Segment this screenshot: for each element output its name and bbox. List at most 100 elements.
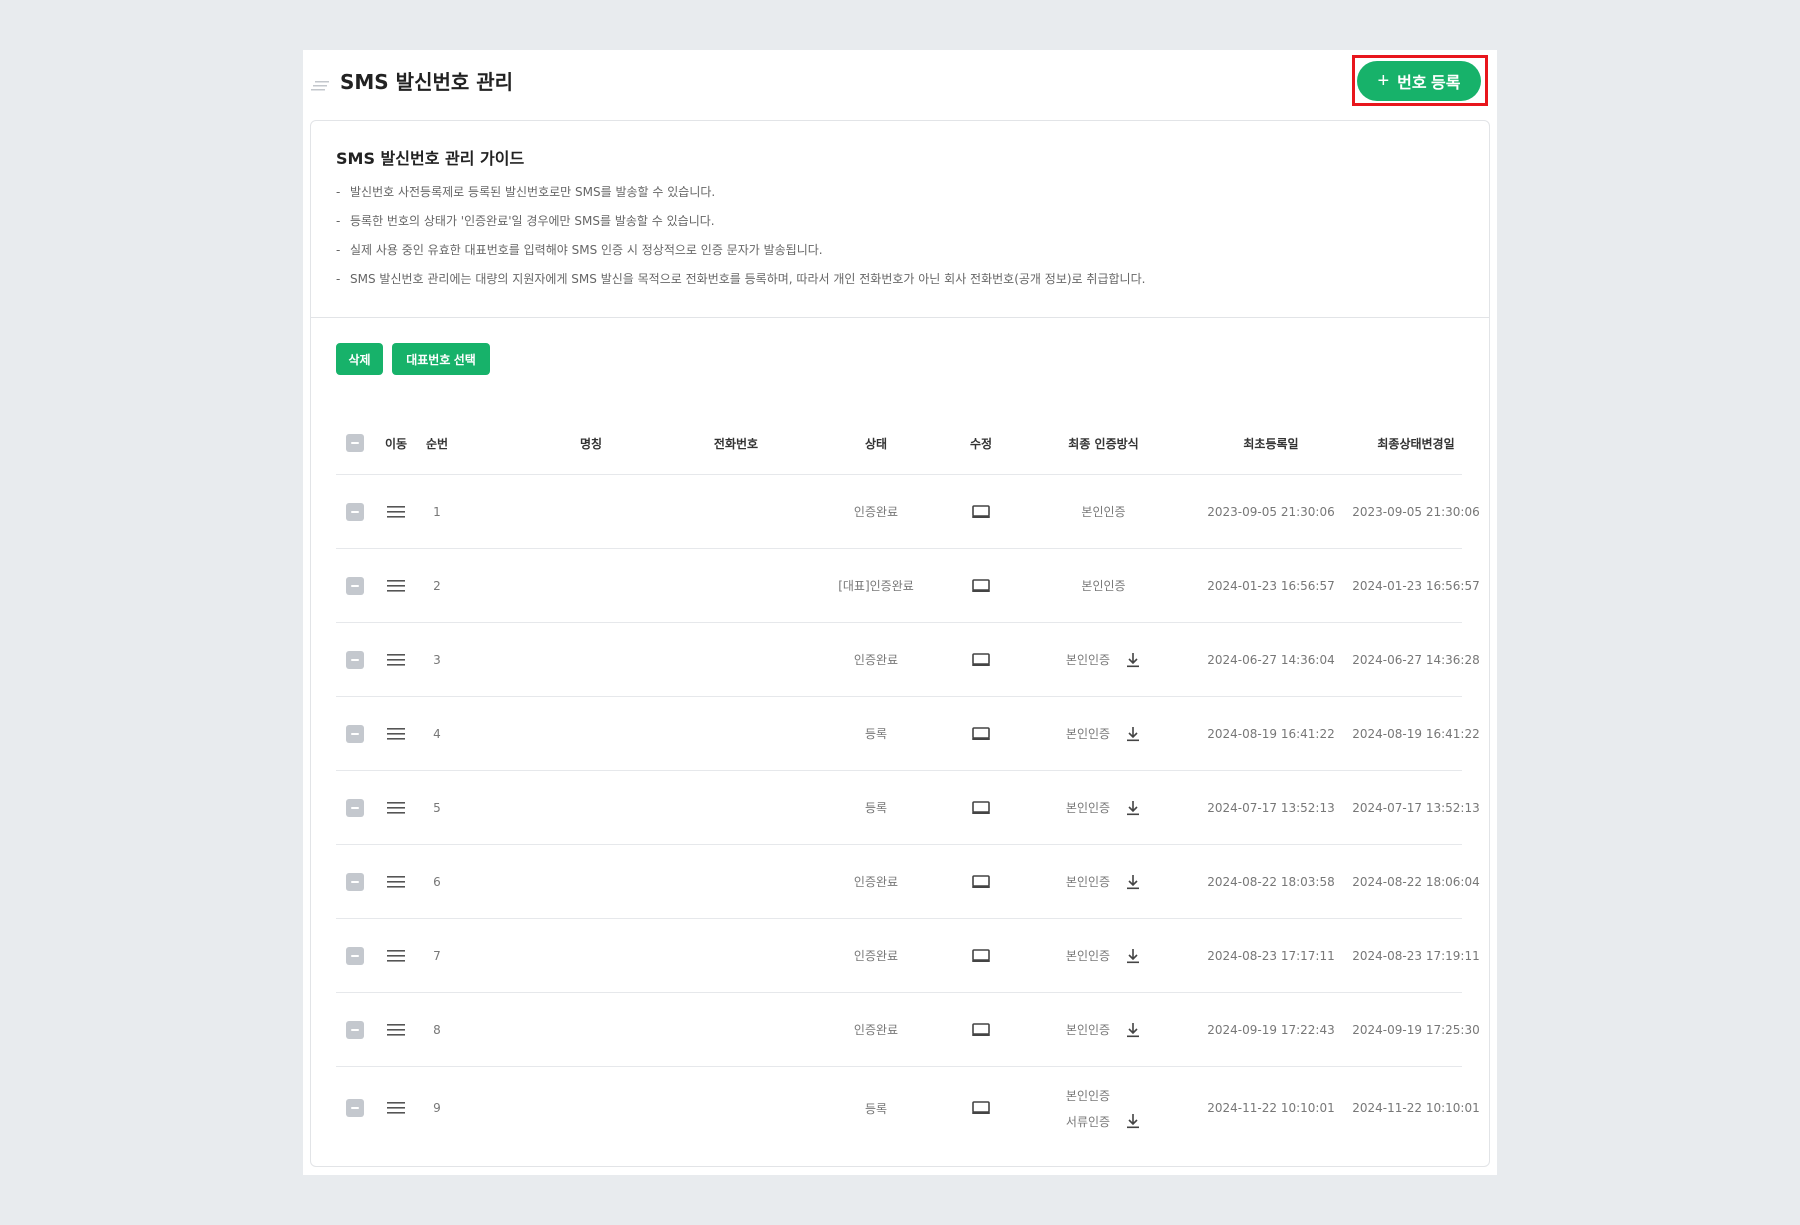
auth-method-line: 본인인증	[1066, 799, 1141, 816]
monitor-edit-icon[interactable]	[972, 652, 990, 667]
drag-handle-icon[interactable]	[387, 727, 405, 741]
row-edit-cell	[946, 1067, 1016, 1149]
row-move-cell	[374, 623, 418, 696]
row-move-cell	[374, 845, 418, 918]
row-registered: 2024-08-23 17:17:11	[1207, 948, 1335, 963]
monitor-edit-icon[interactable]	[972, 800, 990, 815]
auth-method-line: 본인인증	[1066, 1087, 1110, 1104]
guide-item: - SMS 발신번호 관리에는 대량의 지원자에게 SMS 발신을 목적으로 전화…	[336, 271, 1145, 300]
drag-handle-icon[interactable]	[387, 875, 405, 889]
row-auth: 본인인증	[1016, 771, 1191, 844]
row-checkbox[interactable]	[346, 946, 364, 965]
row-checkbox[interactable]	[346, 872, 364, 891]
header-status: 상태	[864, 436, 888, 451]
guide-item-text: 실제 사용 중인 유효한 대표번호를 입력해야 SMS 인증 시 정상적으로 인…	[350, 243, 823, 257]
row-seq: 7	[433, 948, 441, 963]
header-check-cell	[336, 412, 374, 474]
row-phone	[666, 697, 806, 770]
auth-method-line: 본인인증	[1066, 725, 1141, 742]
row-checkbox[interactable]	[346, 1099, 364, 1117]
auth-method-line: 본인인증	[1066, 651, 1141, 668]
row-checkbox[interactable]	[346, 576, 364, 595]
row-edit-cell	[946, 993, 1016, 1066]
row-name	[516, 697, 666, 770]
auth-method-group: 본인인증 서류인증	[1066, 1087, 1141, 1130]
row-check-cell	[336, 845, 374, 918]
select-all-checkbox[interactable]	[346, 434, 364, 452]
monitor-edit-icon[interactable]	[972, 948, 990, 963]
row-auth: 본인인증	[1016, 475, 1191, 548]
row-seq: 2	[433, 578, 441, 593]
row-check-cell	[336, 771, 374, 844]
row-status: 등록	[864, 727, 888, 741]
row-check-cell	[336, 549, 374, 622]
monitor-edit-icon[interactable]	[972, 1101, 990, 1115]
auth-method-text: 본인인증	[1065, 1088, 1111, 1103]
drag-handle-icon[interactable]	[387, 505, 405, 519]
monitor-edit-icon[interactable]	[972, 726, 990, 741]
drag-handle-icon[interactable]	[387, 1023, 405, 1037]
row-registered: 2024-01-23 16:56:57	[1207, 578, 1335, 593]
row-changed: 2024-08-19 16:41:22	[1352, 726, 1480, 741]
row-phone	[666, 993, 806, 1066]
download-icon[interactable]	[1125, 948, 1141, 964]
download-icon[interactable]	[1125, 726, 1141, 742]
row-changed: 2024-08-23 17:19:11	[1352, 948, 1480, 963]
drag-handle-icon[interactable]	[387, 579, 405, 593]
monitor-edit-icon[interactable]	[972, 504, 990, 519]
download-icon[interactable]	[1125, 800, 1141, 816]
monitor-edit-icon[interactable]	[972, 1022, 990, 1037]
delete-button[interactable]: 삭제	[336, 343, 383, 375]
row-status: 등록	[864, 1101, 888, 1116]
row-move-cell	[374, 919, 418, 992]
download-icon[interactable]	[1125, 652, 1141, 668]
row-status: 인증완료	[853, 505, 899, 519]
row-changed: 2024-06-27 14:36:28	[1352, 652, 1480, 667]
row-checkbox[interactable]	[346, 650, 364, 669]
header-move: 이동	[384, 436, 408, 451]
row-check-cell	[336, 1067, 374, 1149]
auth-method-text: 본인인증	[1065, 1023, 1111, 1037]
row-auth: 본인인증	[1016, 919, 1191, 992]
drag-handle-icon[interactable]	[387, 949, 405, 963]
table-row: 6 인증완료 본인인증 2024-08-22 18:03:58 2024-08-22 1…	[336, 845, 1480, 919]
guide-list: - 발신번호 사전등록제로 등록된 발신번호로만 SMS를 발송할 수 있습니다.…	[336, 184, 1145, 300]
monitor-edit-icon[interactable]	[972, 874, 990, 889]
header-name: 명칭	[579, 436, 603, 451]
row-status: 인증완료	[853, 875, 899, 889]
row-checkbox[interactable]	[346, 724, 364, 743]
row-name	[516, 475, 666, 548]
row-auth: 본인인증	[1016, 549, 1191, 622]
download-icon[interactable]	[1125, 874, 1141, 890]
row-move-cell	[374, 475, 418, 548]
row-status: 등록	[864, 801, 888, 815]
row-checkbox[interactable]	[346, 502, 364, 521]
row-name	[516, 993, 666, 1066]
auth-method-text: 본인인증	[1081, 579, 1126, 593]
select-main-number-button[interactable]: 대표번호 선택	[392, 343, 490, 375]
row-checkbox[interactable]	[346, 798, 364, 817]
row-check-cell	[336, 475, 374, 548]
row-registered: 2024-07-17 13:52:13	[1207, 800, 1335, 815]
table-row: 7 인증완료 본인인증 2024-08-23 17:17:11 2024-08-23 1…	[336, 919, 1480, 993]
row-status: 인증완료	[853, 949, 899, 963]
header-edit: 수정	[969, 436, 993, 451]
header-auth: 최종 인증방식	[1068, 436, 1139, 451]
row-name	[516, 1067, 666, 1149]
guide-item-text: 발신번호 사전등록제로 등록된 발신번호로만 SMS를 발송할 수 있습니다.	[350, 185, 716, 199]
row-changed: 2024-08-22 18:06:04	[1352, 874, 1480, 889]
download-icon[interactable]	[1125, 1113, 1141, 1129]
page-header: SMS 발신번호 관리 + 번호 등록	[303, 50, 1497, 120]
drag-handle-icon[interactable]	[387, 1101, 405, 1115]
download-icon[interactable]	[1125, 1022, 1141, 1038]
row-checkbox[interactable]	[346, 1020, 364, 1039]
row-phone	[666, 1067, 806, 1149]
guide-section: SMS 발신번호 관리 가이드 - 발신번호 사전등록제로 등록된 발신번호로만 …	[311, 121, 1489, 318]
drag-handle-icon[interactable]	[387, 653, 405, 667]
drag-handle-icon[interactable]	[387, 801, 405, 815]
header-seq: 순번	[425, 436, 449, 451]
add-number-button[interactable]: + 번호 등록	[1357, 61, 1481, 101]
row-changed: 2024-11-22 10:10:01	[1352, 1101, 1480, 1115]
row-status: [대표]인증완료	[838, 579, 914, 593]
monitor-edit-icon[interactable]	[972, 578, 990, 593]
